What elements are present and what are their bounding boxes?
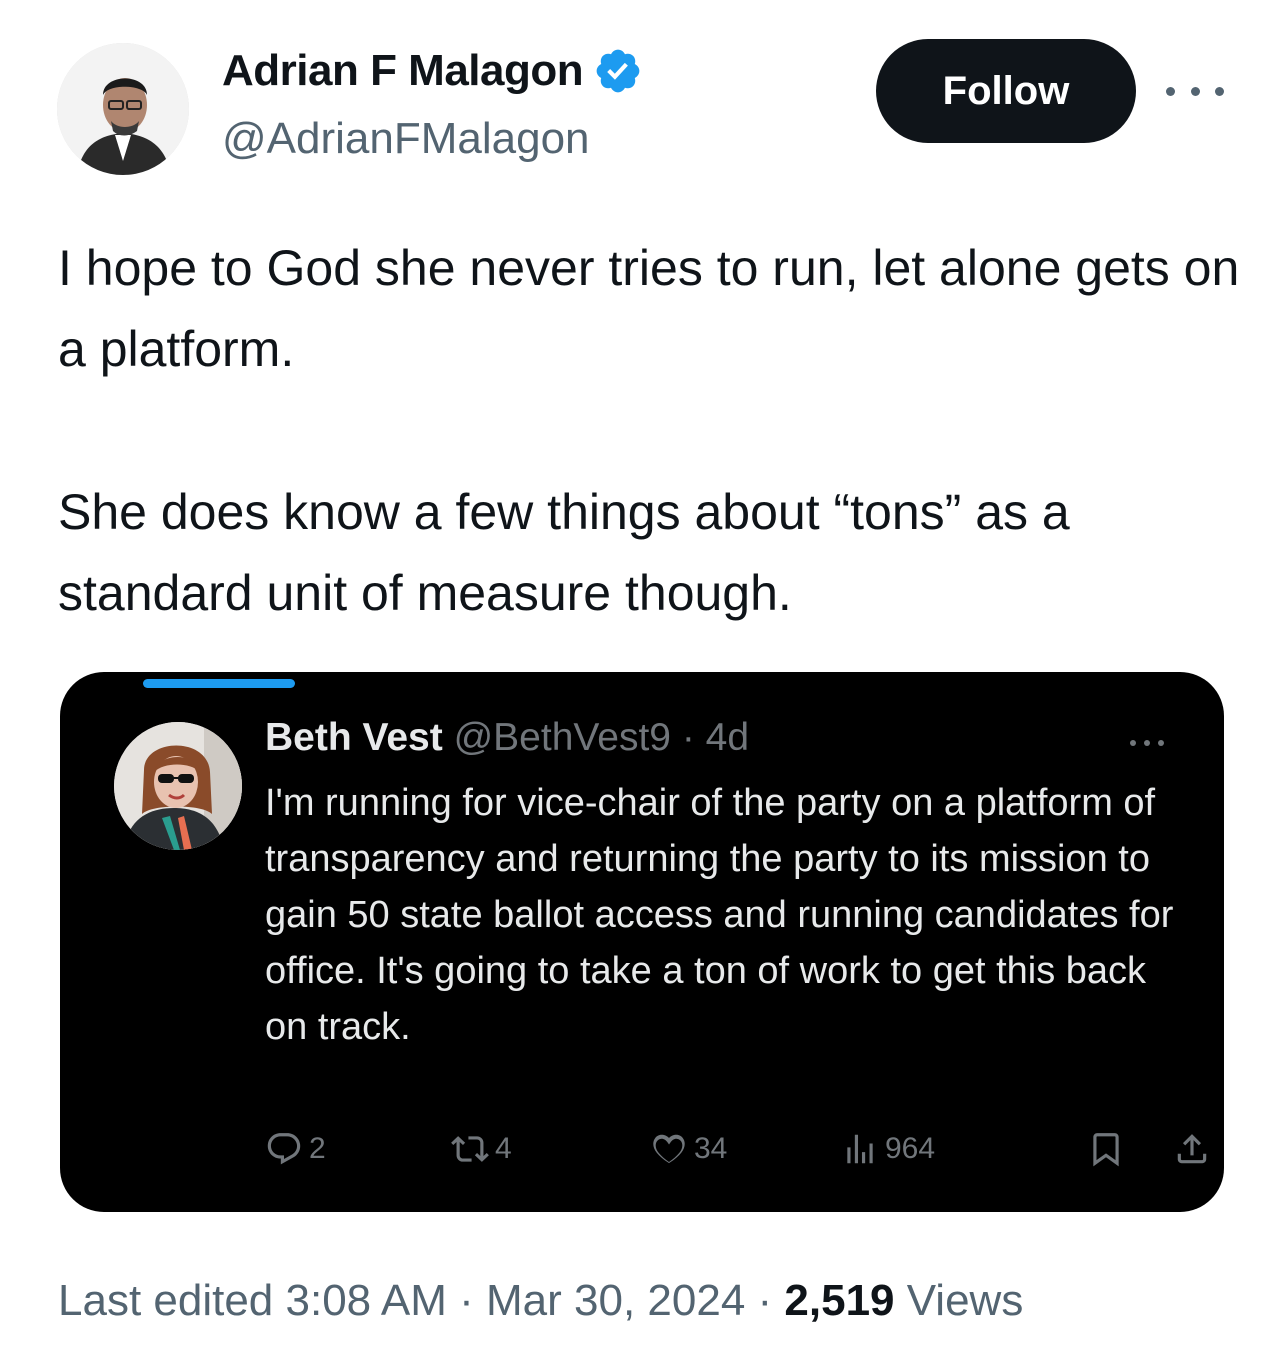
quoted-tweet-card[interactable]: Beth Vest @BethVest9 · 4d I'm running fo… <box>60 672 1224 1212</box>
bookmark-icon <box>1093 1133 1119 1167</box>
author-display-name[interactable]: Adrian F Malagon <box>222 46 584 96</box>
quoted-handle[interactable]: @BethVest9 <box>454 716 671 759</box>
dot <box>1190 86 1200 96</box>
dot <box>1158 740 1164 746</box>
verified-badge-icon <box>596 49 640 93</box>
reply-count: 2 <box>309 1132 326 1165</box>
follow-button[interactable]: Follow <box>876 39 1136 143</box>
views-icon <box>847 1134 873 1164</box>
views-label: Views <box>894 1276 1024 1325</box>
reply-button[interactable]: 2 <box>265 1124 326 1174</box>
views-button[interactable]: 964 <box>841 1124 935 1174</box>
more-horizontal-icon[interactable] <box>1166 76 1224 106</box>
like-button[interactable]: 34 <box>650 1124 727 1174</box>
dot <box>1215 86 1224 96</box>
quoted-timestamp[interactable]: 4d <box>706 716 749 759</box>
author-handle[interactable]: @AdrianFMalagon <box>222 114 590 164</box>
edit-timestamp[interactable]: Last edited 3:08 AM · Mar 30, 2024 · <box>58 1276 784 1325</box>
bookmark-button[interactable] <box>1087 1124 1131 1174</box>
tweet-paragraph: I hope to God she never tries to run, le… <box>58 240 1240 377</box>
quoted-action-bar: 2 4 34 964 <box>265 1124 1207 1174</box>
dot <box>1166 86 1175 96</box>
share-button[interactable] <box>1173 1124 1217 1174</box>
quoted-author-avatar[interactable] <box>114 722 242 850</box>
tweet-paragraph: She does know a few things about “tons” … <box>58 484 1070 621</box>
repost-button[interactable]: 4 <box>451 1124 512 1174</box>
author-avatar[interactable] <box>57 43 189 175</box>
progress-indicator <box>143 679 295 688</box>
quoted-more-icon[interactable] <box>1130 738 1164 748</box>
tweet-text: I hope to God she never tries to run, le… <box>58 228 1248 634</box>
tweet-detail: Adrian F Malagon @AdrianFMalagon Follow … <box>0 0 1284 1351</box>
like-count: 34 <box>694 1132 728 1165</box>
tweet-meta-footer: Last edited 3:08 AM · Mar 30, 2024 · 2,5… <box>58 1276 1023 1326</box>
views-total: 2,519 <box>784 1276 895 1325</box>
repost-count: 4 <box>495 1132 512 1165</box>
author-name-row: Adrian F Malagon <box>222 46 643 96</box>
quoted-text: I'm running for vice-chair of the party … <box>265 782 1174 1048</box>
views-count: 964 <box>885 1132 936 1165</box>
quoted-header: Beth Vest @BethVest9 · 4d <box>265 716 749 760</box>
dot <box>1144 740 1150 746</box>
quoted-display-name[interactable]: Beth Vest <box>265 716 443 759</box>
like-icon <box>653 1134 685 1164</box>
reply-icon <box>267 1133 301 1165</box>
dot-separator: · <box>681 716 695 759</box>
share-icon <box>1177 1134 1207 1164</box>
dot <box>1130 740 1136 746</box>
repost-icon <box>451 1136 489 1162</box>
